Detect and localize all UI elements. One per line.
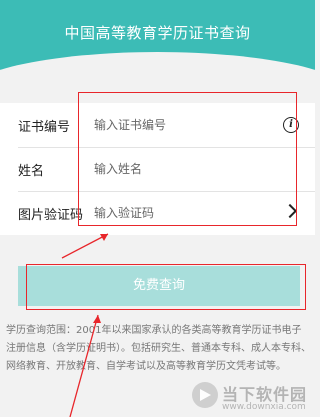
captcha-input[interactable] <box>94 202 274 224</box>
app-header: 中国高等教育学历证书查询 <box>0 0 315 88</box>
page-title: 中国高等教育学历证书查询 <box>64 24 251 42</box>
annotation-arrow <box>61 233 109 259</box>
cert-number-label: 证书编号 <box>18 120 71 135</box>
annotation-arrowhead <box>100 234 108 241</box>
captcha-label: 图片验证码 <box>18 208 84 223</box>
chevron-right-icon[interactable] <box>282 203 298 219</box>
cert-number-row: 证书编号 i <box>0 103 315 147</box>
query-button[interactable]: 免费查询 <box>18 266 300 306</box>
name-input[interactable] <box>94 158 274 180</box>
name-label: 姓名 <box>18 164 45 179</box>
query-form: 证书编号 i 姓名 图片验证码 <box>0 103 315 235</box>
watermark: 当下软件园 www.downxia.com <box>192 380 315 417</box>
watermark-url: www.downxia.com <box>222 402 306 412</box>
watermark-logo-icon <box>192 382 218 408</box>
captcha-row: 图片验证码 <box>0 191 315 235</box>
query-scope-notice: 学历查询范围：2001年以来国家承认的各类高等教育学历证书电子注册信息（含学历证… <box>6 325 311 372</box>
cert-number-input[interactable] <box>94 114 274 136</box>
name-row: 姓名 <box>0 147 315 191</box>
info-icon[interactable]: i <box>283 117 299 133</box>
